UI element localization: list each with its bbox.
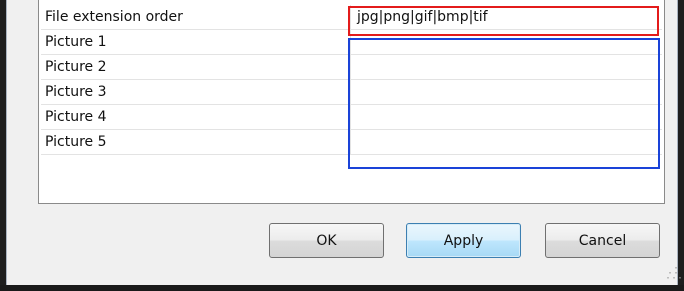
window-frame-bottom	[0, 285, 684, 291]
highlight-extension-order	[348, 6, 659, 36]
cancel-button[interactable]: Cancel	[545, 223, 660, 258]
property-name: Picture 5	[45, 134, 107, 150]
property-name: Picture 3	[45, 84, 107, 100]
property-name: Picture 4	[45, 109, 107, 125]
property-name: Picture 2	[45, 59, 107, 75]
resize-grip-icon[interactable]: · ·· ···	[665, 264, 683, 284]
highlight-picture-values	[348, 38, 660, 169]
apply-button[interactable]: Apply	[406, 223, 521, 258]
property-name: Picture 1	[45, 34, 107, 50]
property-name: File extension order	[45, 9, 183, 25]
window-frame-right	[678, 0, 684, 286]
ok-button[interactable]: OK	[269, 223, 384, 258]
